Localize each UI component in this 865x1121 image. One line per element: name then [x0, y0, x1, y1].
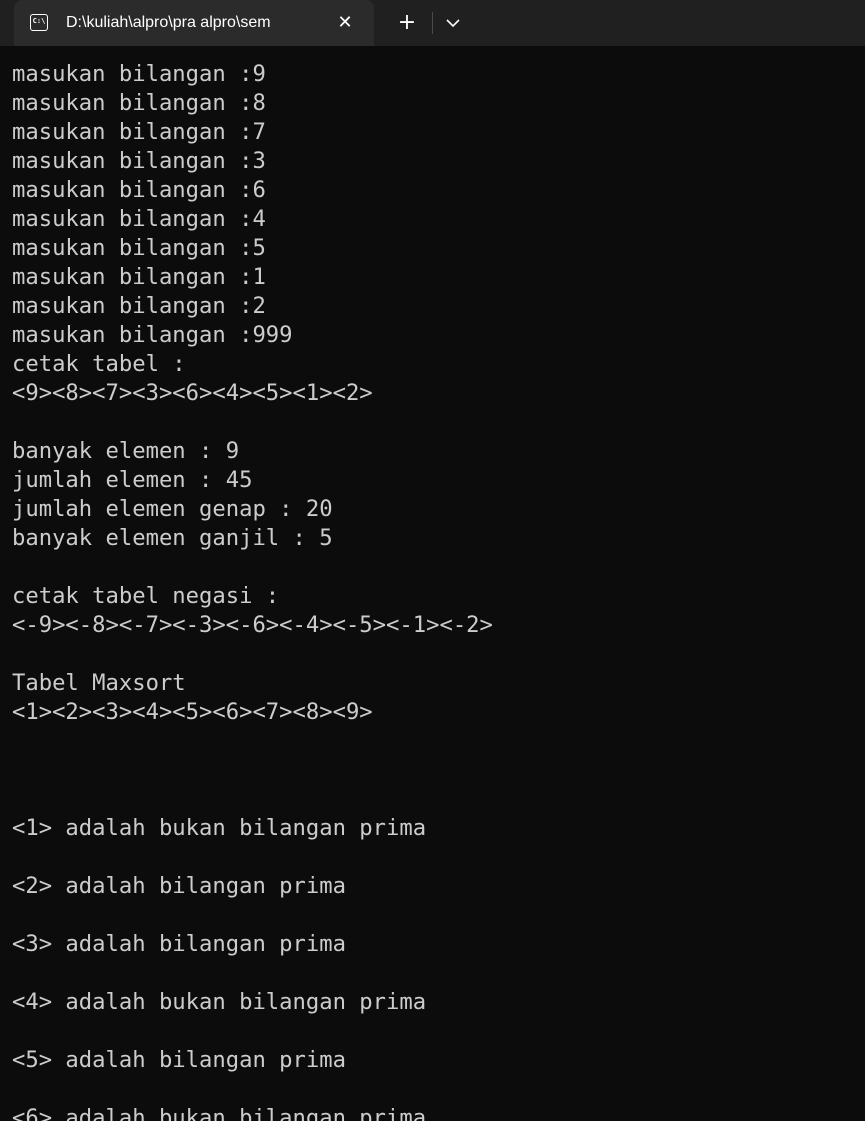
terminal-line: masukan bilangan :2 — [12, 293, 266, 319]
title-bar: C:\ D:\kuliah\alpro\pra alpro\sem ✕ + — [0, 0, 865, 46]
terminal-line: jumlah elemen genap : 20 — [12, 496, 333, 522]
terminal-line: masukan bilangan :999 — [12, 322, 293, 348]
terminal-icon: C:\ — [30, 14, 48, 31]
terminal-window: C:\ D:\kuliah\alpro\pra alpro\sem ✕ + ma… — [0, 0, 865, 1121]
active-tab[interactable]: C:\ D:\kuliah\alpro\pra alpro\sem ✕ — [14, 0, 374, 46]
tab-separator — [432, 12, 433, 34]
terminal-line: <-9><-8><-7><-3><-6><-4><-5><-1><-2> — [12, 612, 493, 638]
terminal-line: <9><8><7><3><6><4><5><1><2> — [12, 380, 373, 406]
terminal-line: <4> adalah bukan bilangan prima — [12, 989, 427, 1015]
terminal-line: <1> adalah bukan bilangan prima — [12, 815, 427, 841]
terminal-line: cetak tabel : — [12, 351, 186, 377]
terminal-line: masukan bilangan :5 — [12, 235, 266, 261]
terminal-line: <2> adalah bilangan prima — [12, 873, 346, 899]
tab-title: D:\kuliah\alpro\pra alpro\sem — [66, 14, 271, 31]
new-tab-button[interactable]: + — [390, 7, 424, 39]
terminal-line: <1><2><3><4><5><6><7><8><9> — [12, 699, 373, 725]
terminal-line: banyak elemen ganjil : 5 — [12, 525, 333, 551]
terminal-line: masukan bilangan :9 — [12, 61, 266, 87]
terminal-line: <5> adalah bilangan prima — [12, 1047, 346, 1073]
chevron-down-icon[interactable] — [438, 7, 468, 39]
close-tab-icon[interactable]: ✕ — [330, 8, 360, 38]
terminal-line: masukan bilangan :3 — [12, 148, 266, 174]
terminal-line: Tabel Maxsort — [12, 670, 186, 696]
terminal-output: masukan bilangan :9 masukan bilangan :8 ma… — [12, 60, 862, 1121]
terminal-line: <3> adalah bilangan prima — [12, 931, 346, 957]
terminal-line: masukan bilangan :1 — [12, 264, 266, 290]
terminal-line: jumlah elemen : 45 — [12, 467, 253, 493]
terminal-line: masukan bilangan :7 — [12, 119, 266, 145]
terminal-line: masukan bilangan :8 — [12, 90, 266, 116]
terminal-line: masukan bilangan :6 — [12, 177, 266, 203]
terminal-line: cetak tabel negasi : — [12, 583, 280, 609]
terminal-line: banyak elemen : 9 — [12, 438, 240, 464]
terminal-line: <6> adalah bukan bilangan prima — [12, 1105, 427, 1121]
terminal-line: masukan bilangan :4 — [12, 206, 266, 232]
